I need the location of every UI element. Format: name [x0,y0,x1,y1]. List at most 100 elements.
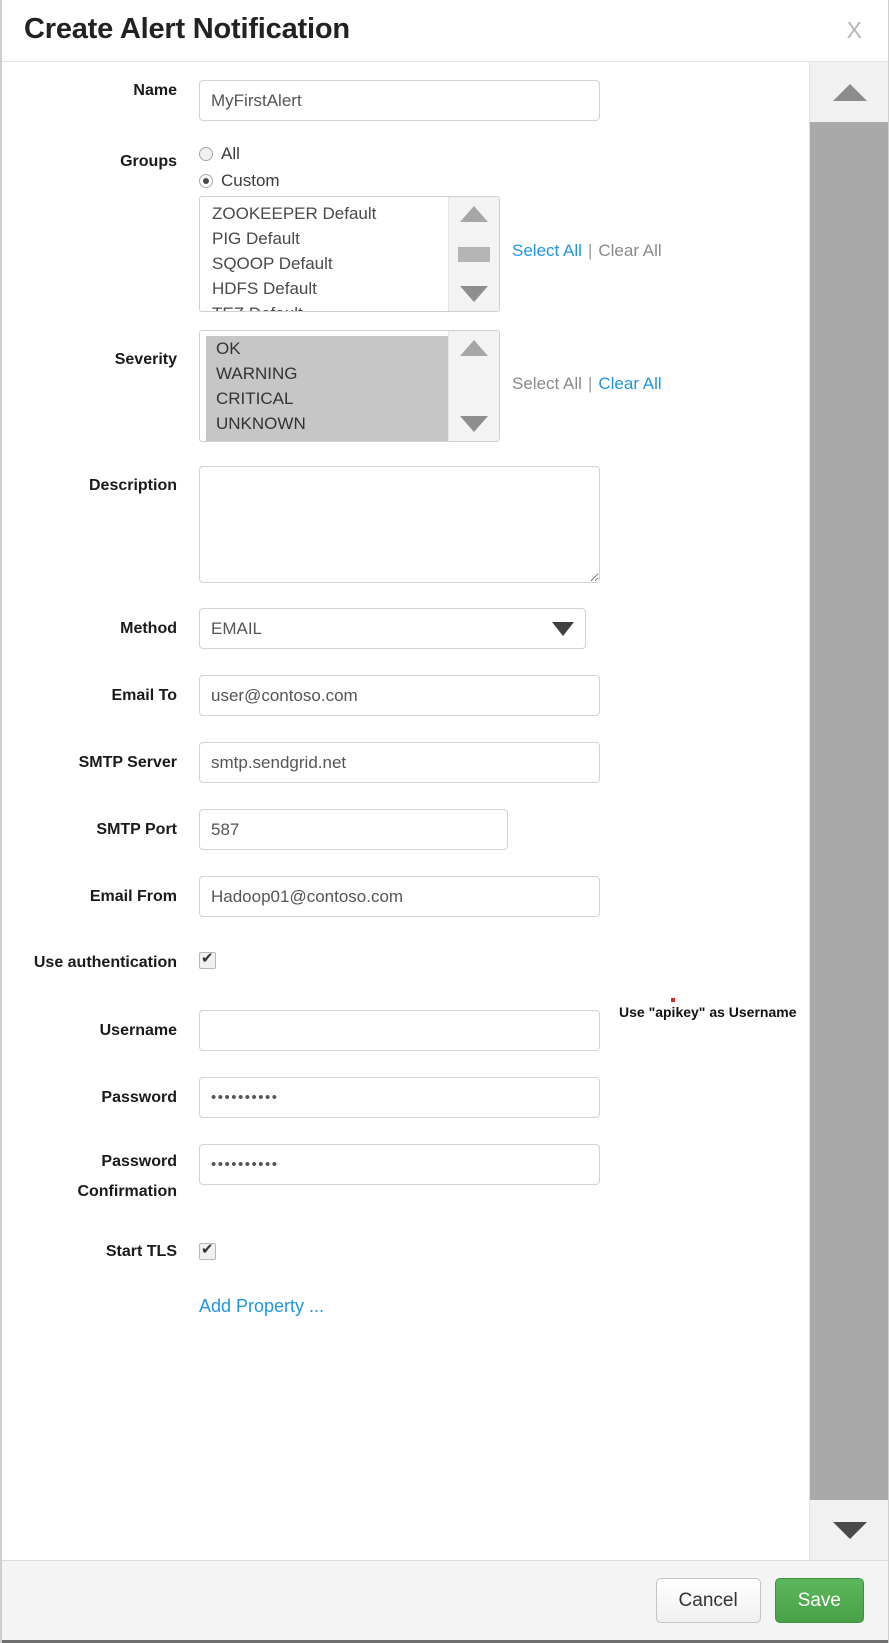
row-smtp-server: SMTP Server [2,742,812,783]
cancel-button[interactable]: Cancel [656,1578,761,1623]
description-label: Description [2,466,199,496]
list-item[interactable]: CRITICAL [206,386,448,411]
row-start-tls: Start TLS [2,1241,812,1265]
email-from-field-wrap [199,876,812,917]
severity-label: Severity [2,330,199,370]
row-groups: Groups All Custom ZOOKEEPER Default [2,142,812,312]
password-label: Password [2,1077,199,1108]
username-field-wrap: Use "apikey" as Username [199,1010,812,1051]
dialog-scrollbar[interactable] [809,62,888,1560]
use-authentication-label: Use authentication [2,948,199,978]
username-input[interactable] [199,1010,600,1051]
start-tls-checkbox[interactable] [199,1243,216,1260]
save-button[interactable]: Save [775,1578,864,1623]
groups-listbox[interactable]: ZOOKEEPER Default PIG Default SQOOP Defa… [199,196,500,312]
dialog-body-wrapper: Name Groups All Custom [2,62,888,1560]
row-use-authentication: Use authentication [2,948,812,978]
password-confirmation-input[interactable] [199,1144,600,1185]
email-to-input[interactable] [199,675,600,716]
groups-select-all-link[interactable]: Select All [512,241,582,261]
groups-label: Groups [2,142,199,172]
smtp-port-input[interactable] [199,809,508,850]
row-description: Description [2,466,812,583]
groups-clear-all-link[interactable]: Clear All [598,241,661,261]
description-textarea[interactable] [199,466,600,583]
list-item[interactable]: TEZ Default [200,301,448,311]
email-from-input[interactable] [199,876,600,917]
smtp-port-label: SMTP Port [2,809,199,840]
scroll-up-arrow-icon[interactable] [460,340,488,356]
severity-listbox-scrollbar[interactable] [448,331,499,441]
smtp-port-field-wrap [199,809,812,850]
groups-listbox-scrollbar[interactable] [448,197,499,311]
severity-listbox-items: OK WARNING CRITICAL UNKNOWN [206,336,448,442]
scroll-up-arrow-icon [833,84,867,101]
email-to-field-wrap [199,675,812,716]
list-item[interactable]: SQOOP Default [200,251,448,276]
list-item[interactable]: ZOOKEEPER Default [200,201,448,226]
add-property-field-wrap: Add Property ... [199,1296,812,1317]
password-confirmation-field-wrap [199,1144,812,1185]
list-item[interactable]: HDFS Default [200,276,448,301]
scroll-down-arrow-icon [833,1522,867,1539]
row-password: Password [2,1077,812,1118]
groups-listbox-items: ZOOKEEPER Default PIG Default SQOOP Defa… [200,197,448,311]
smtp-server-input[interactable] [199,742,600,783]
smtp-server-label: SMTP Server [2,742,199,773]
method-select-wrap[interactable]: EMAIL [199,608,586,649]
list-item[interactable]: PIG Default [200,226,448,251]
groups-actions-separator: | [588,241,592,261]
scrollbar-up-button[interactable] [810,62,888,122]
scroll-thumb[interactable] [458,247,490,262]
username-annotation: Use "apikey" as Username [619,1001,799,1023]
row-email-to: Email To [2,675,812,716]
row-smtp-port: SMTP Port [2,809,812,850]
list-item[interactable]: UNKNOWN [206,411,448,436]
smtp-server-field-wrap [199,742,812,783]
create-alert-notification-dialog: Create Alert Notification X Name Groups … [0,0,889,1643]
severity-select-actions: Select All | Clear All [512,374,662,394]
severity-listbox[interactable]: OK WARNING CRITICAL UNKNOWN [199,330,500,442]
password-input[interactable] [199,1077,600,1118]
groups-radio-all-row[interactable]: All [199,142,812,166]
add-property-link[interactable]: Add Property ... [199,1296,324,1317]
start-tls-field-wrap [199,1241,812,1265]
annotation-marker-icon [671,998,675,1002]
row-password-confirmation: Password Confirmation [2,1144,812,1207]
row-email-from: Email From [2,876,812,917]
dialog-header: Create Alert Notification X [2,0,888,62]
row-name: Name [2,80,812,121]
scroll-down-arrow-icon[interactable] [460,286,488,302]
groups-field-wrap: All Custom ZOOKEEPER Default PIG Default… [199,142,812,312]
dialog-body: Name Groups All Custom [2,62,812,1560]
groups-radio-custom[interactable] [199,174,213,188]
severity-clear-all-link[interactable]: Clear All [598,374,661,394]
row-username: Username Use "apikey" as Username [2,1010,812,1051]
groups-radio-all[interactable] [199,147,213,161]
method-select[interactable]: EMAIL [199,608,586,649]
use-authentication-field-wrap [199,948,812,974]
close-icon[interactable]: X [843,19,866,42]
dialog-title: Create Alert Notification [24,15,843,47]
use-authentication-checkbox[interactable] [199,952,216,969]
method-label: Method [2,608,199,639]
description-field-wrap [199,466,812,583]
row-severity: Severity OK WARNING CRITICAL UNKNOWN [2,330,812,442]
name-label: Name [2,80,199,101]
scroll-up-arrow-icon[interactable] [460,206,488,222]
severity-field-wrap: OK WARNING CRITICAL UNKNOWN Selec [199,330,812,442]
groups-radio-custom-row[interactable]: Custom [199,169,812,193]
name-field-wrap [199,80,812,121]
scrollbar-down-button[interactable] [810,1500,888,1560]
password-field-wrap [199,1077,812,1118]
groups-radio-custom-label: Custom [221,171,280,191]
severity-select-all-link[interactable]: Select All [512,374,582,394]
password-confirmation-label: Password Confirmation [2,1144,199,1207]
list-item[interactable]: WARNING [206,361,448,386]
name-input[interactable] [199,80,600,121]
start-tls-label: Start TLS [2,1241,199,1262]
dialog-footer: Cancel Save [2,1560,888,1643]
scroll-down-arrow-icon[interactable] [460,416,488,432]
list-item[interactable]: OK [206,336,448,361]
scrollbar-thumb[interactable] [810,122,888,1500]
